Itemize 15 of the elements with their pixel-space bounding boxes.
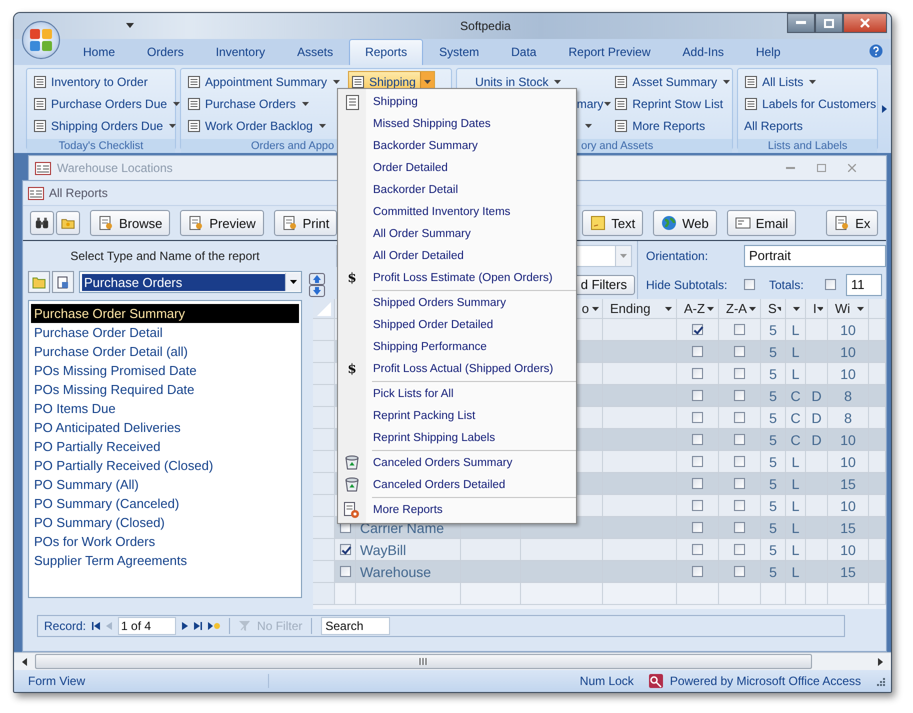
powered-by-text: Powered by Microsoft Office Access [670,674,861,688]
totals-label: Totals: [769,278,805,292]
orientation-label: Orientation: [646,248,710,262]
record-label: Record: [44,619,86,633]
num-lock-status: Num Lock [580,674,634,688]
section-label: Select Type and Name of the report [69,248,261,265]
window-title: Warehouse Locations [57,161,173,175]
window-title: All Reports [49,186,108,200]
dollar-icon: $ [347,362,357,376]
dollar-icon: $ [347,270,357,286]
group-label: Today's Checklist [27,139,175,154]
group-label: Lists and Labels [738,139,878,154]
hide-subtotals-label: Hide Subtotals: [646,278,728,292]
window-title: Softpedia [459,19,512,33]
view-status: Form View [28,674,269,688]
